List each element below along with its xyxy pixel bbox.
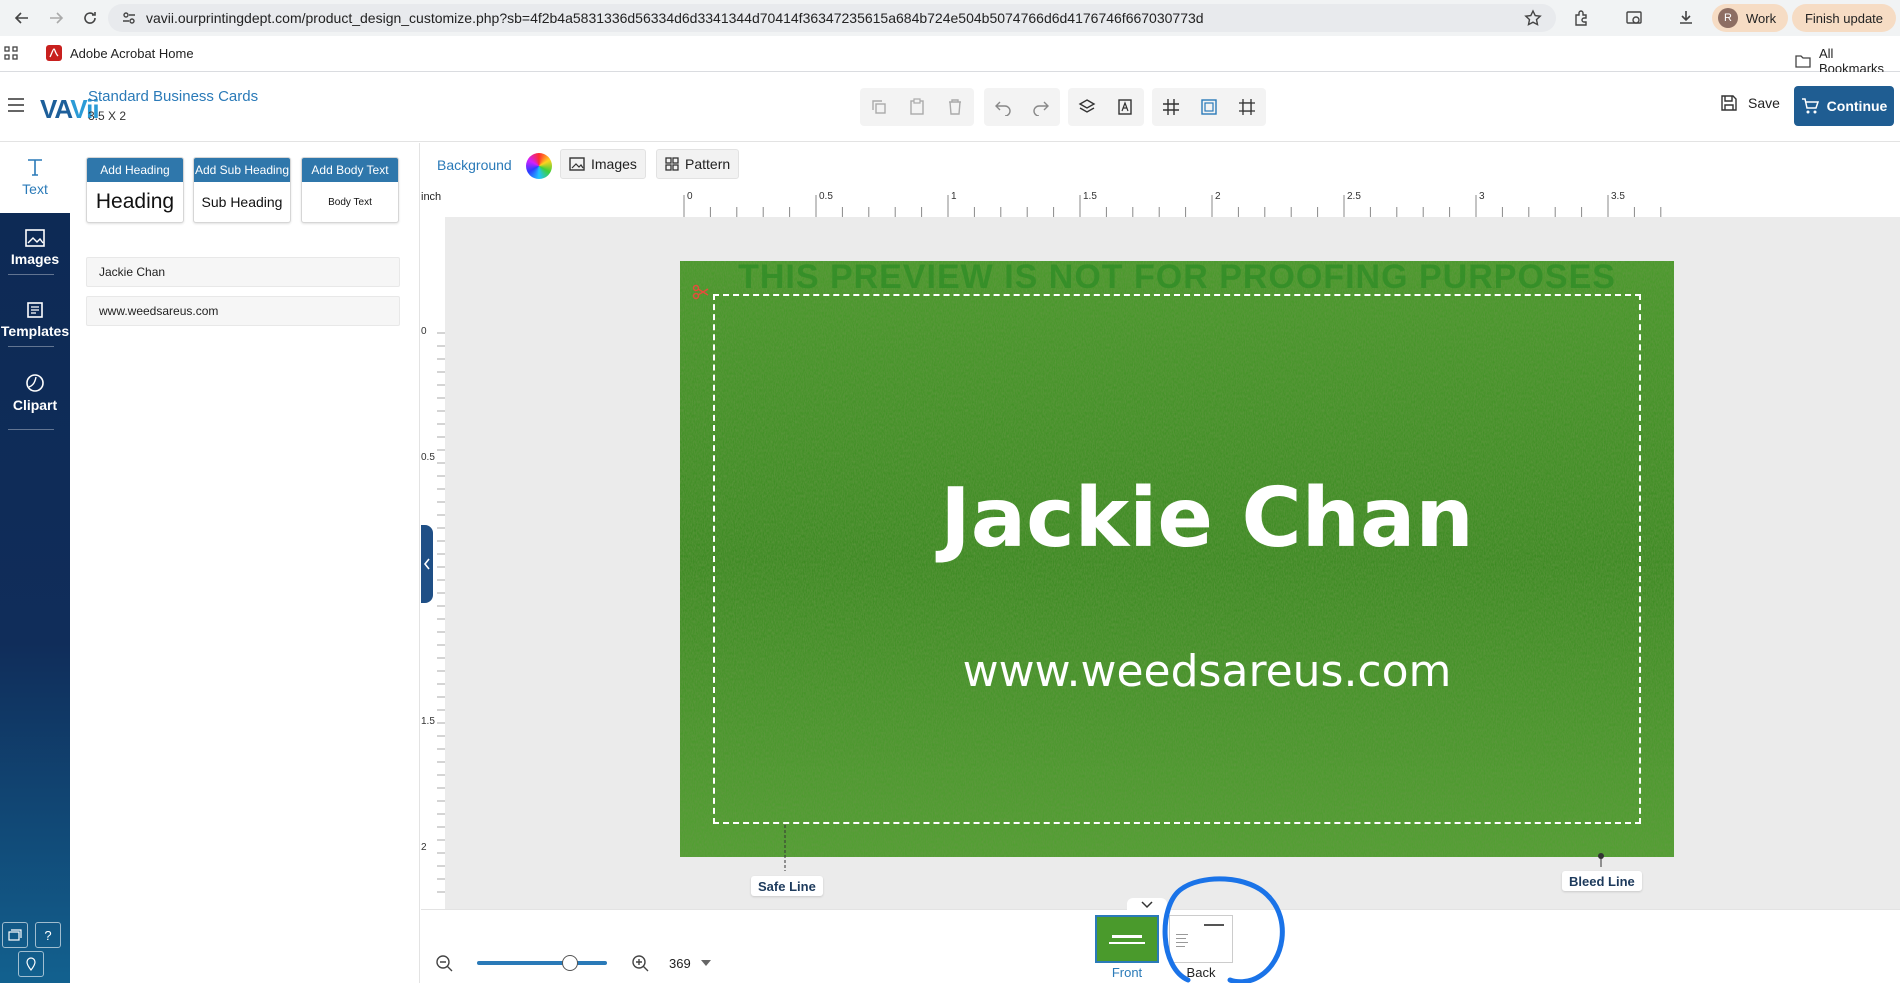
design-canvas-area: Background Images Pattern 0 0.5 1 1.5 2 2.5 3 3… [421, 143, 1900, 983]
paste-icon[interactable] [898, 88, 936, 126]
clipart-icon [25, 373, 45, 393]
gallery-icon[interactable] [2, 922, 28, 948]
rail-item-label: Text [22, 181, 48, 197]
rail-item-label: Templates [0, 323, 70, 339]
download-icon[interactable] [1674, 6, 1698, 30]
bookmarks-bar: Adobe Acrobat Home All Bookmarks [0, 36, 1900, 76]
grid-tools [1152, 88, 1266, 126]
profile-button[interactable]: R Work [1712, 4, 1789, 32]
avatar: R [1718, 8, 1738, 28]
product-title: Standard Business Cards [88, 88, 259, 105]
add-heading-button[interactable]: Add Heading [87, 158, 183, 182]
rail-item-images[interactable]: Images [0, 229, 70, 267]
add-sub-heading-card[interactable]: Add Sub Heading Sub Heading [193, 157, 291, 223]
sub-heading-sample: Sub Heading [201, 194, 283, 210]
bookmark-acrobat[interactable]: Adobe Acrobat Home [46, 45, 194, 61]
image-icon [25, 229, 45, 247]
zoom-slider-thumb[interactable] [562, 955, 578, 971]
rail-divider [8, 429, 54, 430]
help-icon[interactable]: ? [35, 922, 61, 948]
back-icon[interactable] [10, 6, 34, 30]
forward-icon[interactable] [44, 6, 68, 30]
heading-sample: Heading [95, 190, 175, 213]
copy-icon[interactable] [860, 88, 898, 126]
annotation-circle [1162, 876, 1285, 983]
text-icon [25, 157, 45, 177]
rail-item-templates[interactable]: Templates [0, 301, 70, 339]
add-body-text-card[interactable]: Add Body Text Body Text [301, 157, 399, 223]
body-text-sample: Body Text [328, 196, 372, 208]
product-size: 3.5 X 2 [88, 109, 127, 123]
url-text: vavii.ourprintingdept.com/product_design… [146, 10, 1204, 26]
bookmark-star-icon[interactable] [1524, 9, 1542, 27]
edit-tools [860, 88, 974, 126]
continue-label: Continue [1826, 98, 1888, 114]
delete-icon[interactable] [936, 88, 974, 126]
rail-divider [8, 346, 54, 347]
grid-icon[interactable] [1152, 88, 1190, 126]
save-icon [1720, 94, 1738, 112]
extensions-icon[interactable] [1570, 6, 1594, 30]
zoom-controls: 369 [435, 954, 711, 972]
zoom-value[interactable]: 369 [669, 956, 691, 971]
guide-leaders [784, 825, 1604, 871]
tool-rail: Text Images Templates Clipart ? [0, 143, 70, 983]
rail-item-label: Clipart [12, 397, 58, 413]
cart-icon [1801, 97, 1819, 115]
layers-icon[interactable] [1068, 88, 1106, 126]
text-field-url[interactable]: www.weedsareus.com [86, 296, 400, 326]
layer-tools [1068, 88, 1144, 126]
rail-item-text[interactable]: Text [0, 157, 70, 197]
page-search-icon[interactable] [1622, 6, 1646, 30]
caret-down-icon[interactable] [700, 960, 711, 966]
text-panel: Add Heading Heading Add Sub Heading Sub … [70, 143, 420, 983]
undo-icon[interactable] [984, 88, 1022, 126]
bleed-guide-icon[interactable] [1190, 88, 1228, 126]
continue-button[interactable]: Continue [1794, 86, 1894, 126]
zoom-slider[interactable] [477, 955, 607, 971]
safe-line-label: Safe Line [751, 876, 823, 896]
profile-label: Work [1746, 10, 1777, 26]
menu-icon[interactable] [8, 98, 24, 112]
add-body-text-button[interactable]: Add Body Text [302, 158, 398, 182]
save-button[interactable]: Save [1720, 94, 1780, 112]
acrobat-icon [46, 45, 62, 61]
folder-icon [1795, 54, 1811, 68]
address-bar[interactable]: vavii.ourprintingdept.com/product_design… [108, 4, 1556, 32]
rail-item-label: Images [10, 251, 60, 267]
add-heading-card[interactable]: Add Heading Heading [86, 157, 184, 223]
font-icon[interactable] [1106, 88, 1144, 126]
zoom-in-icon[interactable] [631, 954, 649, 972]
zoom-out-icon[interactable] [435, 954, 453, 972]
finish-update-button[interactable]: Finish update [1792, 4, 1896, 32]
bleed-line-label: Bleed Line [1562, 871, 1642, 891]
apps-grid-icon[interactable] [4, 46, 18, 60]
history-tools [984, 88, 1060, 126]
reload-icon[interactable] [78, 6, 102, 30]
redo-icon[interactable] [1022, 88, 1060, 126]
location-pin-icon[interactable] [18, 951, 44, 977]
site-settings-icon[interactable] [122, 11, 136, 25]
app-header: VAVii Standard Business Cards 3.5 X 2 Sa… [0, 72, 1900, 142]
add-sub-heading-button[interactable]: Add Sub Heading [194, 158, 290, 182]
rail-divider [8, 274, 54, 275]
browser-toolbar: vavii.ourprintingdept.com/product_design… [0, 0, 1900, 36]
text-field-name[interactable]: Jackie Chan [86, 257, 400, 287]
bookmark-label: Adobe Acrobat Home [70, 45, 194, 61]
templates-icon [26, 301, 44, 319]
save-label: Save [1748, 95, 1780, 111]
rail-item-clipart[interactable]: Clipart [0, 373, 70, 413]
page-label: Front [1111, 965, 1143, 980]
crop-marks-icon[interactable] [1228, 88, 1266, 126]
